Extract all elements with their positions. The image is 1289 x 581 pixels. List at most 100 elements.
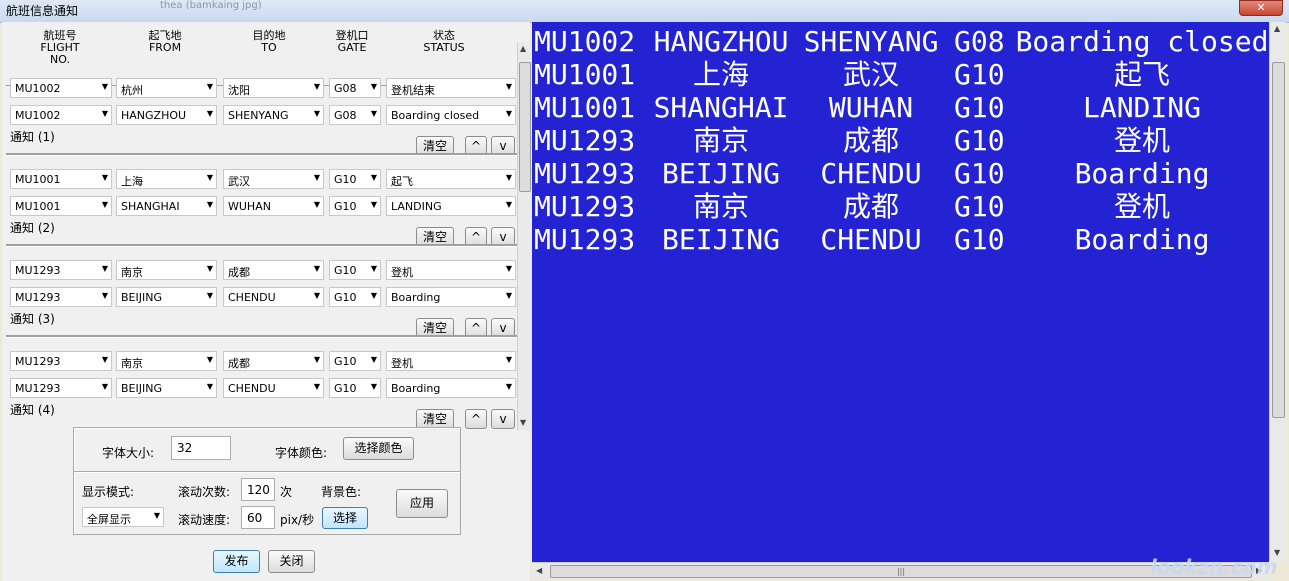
to-select[interactable]: SHENYANG ▼ [223,105,324,125]
chevron-down-icon: ▼ [206,173,213,182]
scroll-speed-value: 60 [247,511,263,525]
gate-value: G10 [334,200,357,213]
header-flight: 航班号 FLIGHT NO. [30,30,90,66]
apply-button[interactable]: 应用 [396,489,448,518]
scroll-up-icon[interactable]: ▲ [520,44,526,53]
flight-select[interactable]: MU1002 ▼ [10,78,112,98]
flight-select[interactable]: MU1001 ▼ [10,196,112,216]
display-vertical-scrollbar[interactable]: ▲ ▼ [1269,22,1286,562]
status-select[interactable]: LANDING ▼ [386,196,516,216]
status-value: 登机 [391,357,413,370]
to-select[interactable]: WUHAN ▼ [223,196,324,216]
chevron-down-icon: ▼ [101,264,108,273]
gate-value: G10 [334,291,357,304]
chevron-down-icon: ▼ [101,382,108,391]
chevron-down-icon: ▼ [505,109,512,118]
move-down-button[interactable]: v [491,409,515,429]
flight-select[interactable]: MU1293 ▼ [10,287,112,307]
status-select[interactable]: 起飞 ▼ [386,169,516,189]
chevron-down-icon: ▼ [505,264,512,273]
chevron-down-icon: ▼ [505,291,512,300]
from-select[interactable]: BEIJING ▼ [116,378,217,398]
scroll-count-input[interactable]: 120 [241,478,275,501]
scroll-down-icon[interactable]: ▼ [520,418,526,427]
scroll-speed-input[interactable]: 60 [241,506,275,529]
choose-font-color-button[interactable]: 选择颜色 [343,437,414,460]
gate-value: G10 [334,173,357,186]
status-select[interactable]: 登机 ▼ [386,351,516,371]
from-value: BEIJING [121,291,162,304]
from-select[interactable]: 南京 ▼ [116,260,217,280]
display-mode-select[interactable]: 全屏显示 ▼ [82,507,164,527]
notice-group: MU1001 ▼ 上海 ▼ 武汉 ▼ G10 ▼ 起飞 ▼ MU1001 ▼ SHANGHAI ▼ WUHA… [6,153,517,247]
from-select[interactable]: BEIJING ▼ [116,287,217,307]
move-up-button[interactable]: ^ [465,409,487,429]
from-select[interactable]: 南京 ▼ [116,351,217,371]
to-value: 武汉 [228,175,250,188]
chevron-down-icon: ▼ [153,511,160,520]
clear-button[interactable]: 清空 [416,409,454,429]
from-select[interactable]: HANGZHOU ▼ [116,105,217,125]
chevron-down-icon: ▼ [505,382,512,391]
group-divider [6,335,517,338]
to-select[interactable]: CHENDU ▼ [223,378,324,398]
to-select[interactable]: 成都 ▼ [223,260,324,280]
notice-list-scrollbar[interactable]: ▲ ▼ [517,42,531,430]
from-select[interactable]: 上海 ▼ [116,169,217,189]
flight-select[interactable]: MU1293 ▼ [10,378,112,398]
gate-select[interactable]: G10 ▼ [329,378,381,398]
flight-value: MU1001 [15,200,61,213]
notice-group: MU1293 ▼ 南京 ▼ 成都 ▼ G10 ▼ 登机 ▼ MU1293 ▼ BEIJING ▼ CHEND… [6,244,517,338]
font-size-input[interactable]: 32 [171,436,231,460]
to-value: 成都 [228,266,250,279]
flight-select[interactable]: MU1002 ▼ [10,105,112,125]
gate-select[interactable]: G10 ▼ [329,287,381,307]
status-select[interactable]: 登机 ▼ [386,260,516,280]
gate-select[interactable]: G10 ▼ [329,196,381,216]
notice-label: 通知 (3) [10,312,55,326]
from-select[interactable]: 杭州 ▼ [116,78,217,98]
status-select[interactable]: Boarding ▼ [386,378,516,398]
chevron-down-icon: ▼ [101,173,108,182]
to-select[interactable]: CHENDU ▼ [223,287,324,307]
status-select[interactable]: Boarding ▼ [386,287,516,307]
title-bar: 航班信息通知 thea (bamkaing jpg) ✕ [0,0,1289,23]
gate-select[interactable]: G08 ▼ [329,105,381,125]
flight-select[interactable]: MU1293 ▼ [10,260,112,280]
to-select[interactable]: 沈阳 ▼ [223,78,324,98]
close-button[interactable]: 关闭 [268,550,315,573]
scroll-thumb[interactable] [519,62,531,192]
notice-group: MU1002 ▼ 杭州 ▼ 沈阳 ▼ G08 ▼ 登机结束 ▼ MU1002 ▼ HANGZHOU ▼ SH… [6,68,517,156]
to-select[interactable]: 武汉 ▼ [223,169,324,189]
from-select[interactable]: SHANGHAI ▼ [116,196,217,216]
scroll-left-icon[interactable]: ◀ [536,566,542,575]
flight-select[interactable]: MU1293 ▼ [10,351,112,371]
scroll-up-icon[interactable]: ▲ [1274,24,1280,33]
chevron-down-icon: ▼ [313,173,320,182]
choose-background-color-button[interactable]: 选择 [322,507,368,529]
gate-select[interactable]: G08 ▼ [329,78,381,98]
chevron-down-icon: ▼ [101,82,108,91]
flight-select[interactable]: MU1001 ▼ [10,169,112,189]
to-select[interactable]: 成都 ▼ [223,351,324,371]
control-panel: 航班号 FLIGHT NO. 起飞地 FROM 目的地 TO 登机口 GATE … [2,22,531,581]
chevron-down-icon: ▼ [505,173,512,182]
header-gate-en: GATE [337,41,367,54]
gate-select[interactable]: G10 ▼ [329,351,381,371]
scroll-thumb[interactable]: ||| [550,565,1252,578]
header-to: 目的地 TO [234,30,304,54]
scroll-speed-unit: pix/秒 [280,513,315,527]
chevron-down-icon: ▼ [505,82,512,91]
publish-button[interactable]: 发布 [213,550,260,573]
notice-label: 通知 (2) [10,221,55,235]
scroll-thumb[interactable] [1272,62,1285,418]
gate-select[interactable]: G10 ▼ [329,169,381,189]
gate-select[interactable]: G10 ▼ [329,260,381,280]
flight-value: MU1002 [15,82,61,95]
close-window-button[interactable]: ✕ [1239,0,1283,16]
status-select[interactable]: 登机结束 ▼ [386,78,516,98]
notice-label: 通知 (1) [10,130,55,144]
status-select[interactable]: Boarding closed ▼ [386,105,516,125]
chevron-down-icon: ▼ [101,109,108,118]
chevron-down-icon: ▼ [206,82,213,91]
